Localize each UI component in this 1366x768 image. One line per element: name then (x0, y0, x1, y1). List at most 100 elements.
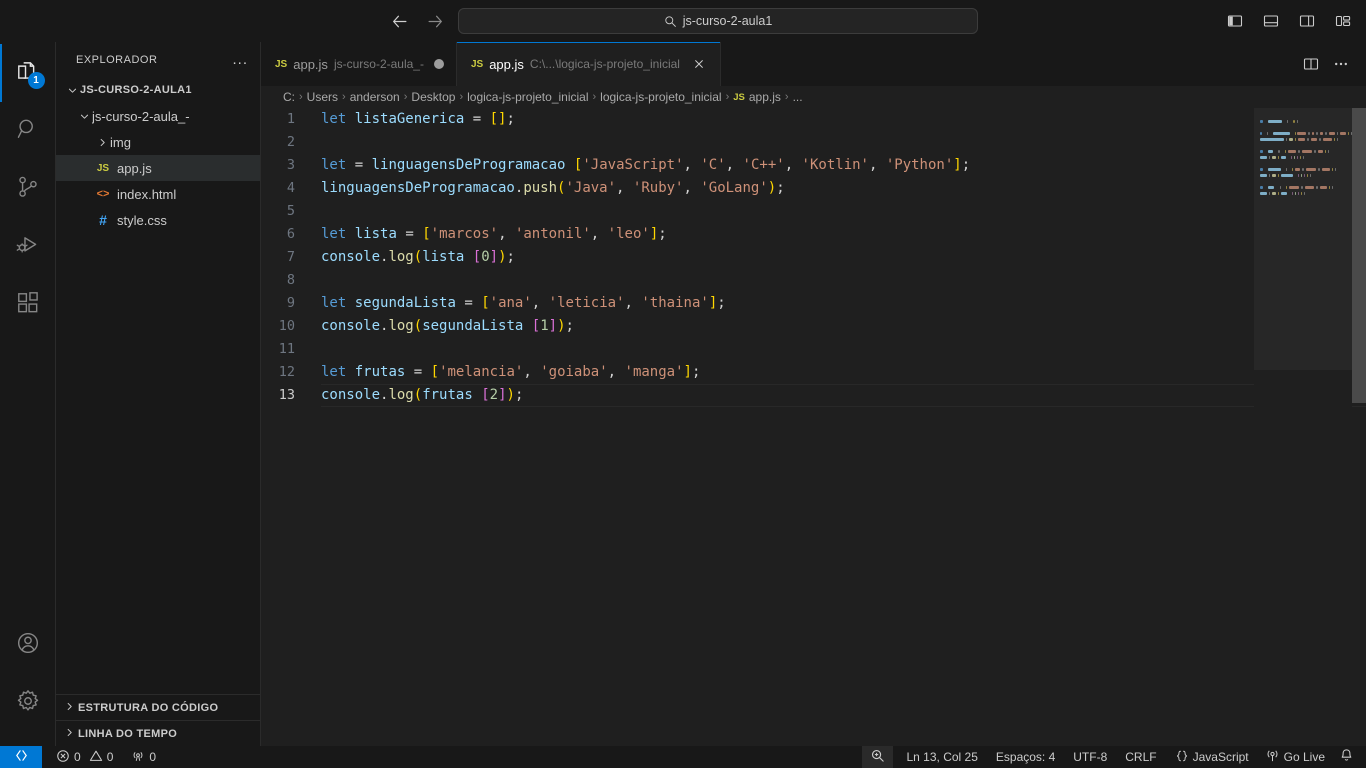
encoding-label: UTF-8 (1073, 750, 1108, 764)
breadcrumb-item[interactable]: ... (793, 90, 803, 104)
code-line[interactable]: 5 (261, 200, 1366, 223)
activity-item-explorer[interactable]: 1 (0, 44, 56, 102)
explorer-badge: 1 (27, 72, 45, 89)
toggle-panel-icon[interactable] (1256, 7, 1286, 35)
activity-item-extensions[interactable] (0, 276, 56, 334)
status-ports[interactable]: 0 (119, 746, 162, 768)
breadcrumb-item[interactable]: Users (307, 90, 338, 104)
chevron-down-icon (64, 82, 80, 98)
sidebar-more-actions-icon[interactable]: ... (232, 52, 248, 67)
command-center-text: js-curso-2-aula1 (682, 14, 773, 28)
breadcrumb-item[interactable]: logica-js-projeto_inicial (467, 90, 588, 104)
warning-icon (89, 749, 103, 766)
minimap-line (1260, 174, 1352, 178)
remote-window-indicator[interactable] (0, 746, 42, 768)
editor-area: JS app.js js-curso-2-aula_- JS app.js C:… (261, 42, 1366, 746)
status-cursor-position[interactable]: Ln 13, Col 25 (893, 746, 984, 768)
workbench-body: 1 EXPLORADOR ... JS-CURSO-2-AULA1 js-cur… (0, 42, 1366, 746)
cursor-position-label: Ln 13, Col 25 (906, 750, 978, 764)
code-line[interactable]: 3 let = linguagensDeProgramacao ['JavaScr… (261, 154, 1366, 177)
activity-item-source-control[interactable] (0, 160, 56, 218)
tab-description: C:\...\logica-js-projeto_inicial (529, 57, 680, 71)
code-line[interactable]: 2 (261, 131, 1366, 154)
radio-tower-icon (131, 749, 145, 766)
breadcrumb-item-label: logica-js-projeto_inicial (600, 90, 722, 104)
code-line[interactable]: 8 (261, 269, 1366, 292)
code-line[interactable]: 12 let frutas = ['melancia', 'goiaba', 'm… (261, 361, 1366, 384)
line-number: 2 (286, 134, 295, 150)
status-zoom[interactable] (861, 746, 893, 768)
minimap[interactable] (1254, 108, 1352, 746)
activity-item-search[interactable] (0, 102, 56, 160)
code-line[interactable]: 7 console. log(lista [0]); (261, 246, 1366, 269)
vscode-window: js-curso-2-aula1 1 EXPLORADOR ... JS-CUR… (0, 0, 1366, 768)
status-go-live[interactable]: Go Live (1255, 746, 1331, 768)
status-problems[interactable]: 0 0 (42, 746, 119, 768)
tree-item-workspace-root[interactable]: JS-CURSO-2-AULA1 (56, 77, 260, 103)
code-line[interactable]: 1 let listaGenerica = []; (261, 108, 1366, 131)
breadcrumb-item[interactable]: logica-js-projeto_inicial (600, 90, 721, 104)
breadcrumb-item[interactable]: Desktop (411, 90, 455, 104)
line-number: 13 (278, 387, 295, 403)
chevron-right-icon (64, 727, 75, 741)
account-icon (15, 630, 41, 661)
forward-icon[interactable] (424, 10, 446, 32)
breadcrumb-separator-icon: › (592, 91, 597, 103)
editor-tab-appjs-1[interactable]: JS app.js js-curso-2-aula_- (261, 42, 457, 86)
editor-vertical-scrollbar[interactable] (1352, 108, 1366, 746)
html-file-icon: <> (96, 188, 110, 200)
status-indentation[interactable]: Espaços: 4 (984, 746, 1061, 768)
screencast-zoom-icon (870, 748, 885, 766)
back-icon[interactable] (388, 10, 410, 32)
code-line[interactable]: 13 console. log(frutas [2]); (261, 384, 1366, 407)
editor-actions (1298, 42, 1366, 86)
code-line[interactable]: 11 (261, 338, 1366, 361)
breadcrumb-separator-icon: › (342, 91, 346, 103)
dirty-indicator-icon[interactable] (433, 59, 444, 69)
code-line[interactable]: 9 let segundaLista = ['ana', 'leticia', '… (261, 292, 1366, 315)
breadcrumb-item[interactable]: JS app.js (733, 90, 781, 104)
breadcrumb-item-label: logica-js-projeto_inicial (467, 90, 589, 104)
tree-item-folder-img[interactable]: img (56, 129, 260, 155)
status-eol[interactable]: CRLF (1113, 746, 1162, 768)
code-editor[interactable]: 1 let listaGenerica = []; 2 3 let = linguage… (261, 108, 1366, 746)
toggle-secondary-sidebar-icon[interactable] (1292, 7, 1322, 35)
minimap-line (1260, 162, 1352, 166)
editor-tab-appjs-2[interactable]: JS app.js C:\...\logica-js-projeto_inici… (456, 42, 721, 86)
toggle-primary-sidebar-icon[interactable] (1220, 7, 1250, 35)
breadcrumb-separator-icon: › (459, 91, 464, 103)
javascript-file-icon: JS (733, 91, 745, 103)
javascript-file-icon: JS (275, 58, 288, 70)
breadcrumb-item-label: app.js (748, 90, 781, 104)
sidebar-section-timeline[interactable]: LINHA DO TEMPO (56, 720, 260, 746)
code-line[interactable]: 6 let lista = ['marcos', 'antonil', 'leo'… (261, 223, 1366, 246)
breadcrumb-item[interactable]: C: (283, 90, 295, 104)
line-number: 12 (278, 364, 295, 380)
status-language-mode[interactable]: JavaScript (1163, 746, 1255, 768)
status-notifications[interactable] (1331, 746, 1366, 768)
minimap-line (1260, 126, 1352, 130)
close-icon[interactable] (690, 55, 708, 73)
more-actions-icon[interactable] (1328, 51, 1354, 77)
tree-item-folder-js-curso[interactable]: js-curso-2-aula_- (56, 103, 260, 129)
tree-item-file-stylecss[interactable]: # style.css (56, 207, 260, 233)
code-text: console. log(lista [0]); (321, 249, 515, 265)
activity-item-accounts[interactable] (0, 616, 56, 674)
code-line[interactable]: 10 console. log(segundaLista [1]); (261, 315, 1366, 338)
customize-layout-icon[interactable] (1328, 7, 1358, 35)
bell-icon (1339, 748, 1354, 766)
scrollbar-thumb[interactable] (1352, 108, 1366, 403)
breadcrumb-item[interactable]: anderson (350, 90, 400, 104)
command-center-search[interactable]: js-curso-2-aula1 (458, 8, 978, 34)
split-editor-icon[interactable] (1298, 51, 1324, 77)
activity-item-run-and-debug[interactable] (0, 218, 56, 276)
activity-item-manage[interactable] (0, 674, 56, 732)
tree-item-file-indexhtml[interactable]: <> index.html (56, 181, 260, 207)
sidebar-section-outline[interactable]: ESTRUTURA DO CÓDIGO (56, 694, 260, 720)
status-encoding[interactable]: UTF-8 (1061, 746, 1113, 768)
minimap-line (1260, 138, 1352, 142)
code-line[interactable]: 4 linguagensDeProgramacao. push('Java', 'R… (261, 177, 1366, 200)
line-number: 7 (286, 249, 295, 265)
sidebar-section-label: LINHA DO TEMPO (78, 727, 178, 740)
tree-item-file-appjs[interactable]: JS app.js (56, 155, 260, 181)
